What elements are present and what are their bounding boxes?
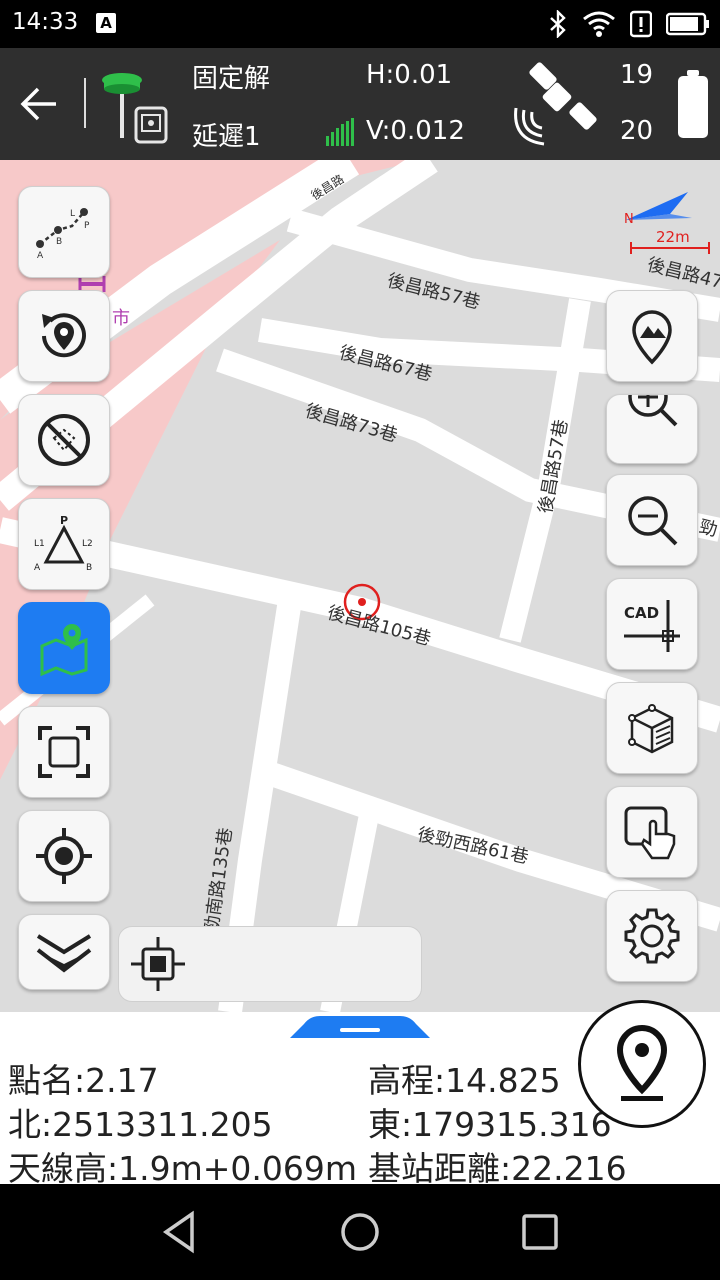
notification-icon: A xyxy=(96,13,116,33)
svg-text:P: P xyxy=(60,514,68,527)
svg-text:L: L xyxy=(70,209,75,219)
north-coordinate: 北:2513311.205 xyxy=(8,1105,273,1144)
status-icons xyxy=(548,8,710,40)
line-measure-icon: A B LP xyxy=(36,208,90,261)
home-nav-icon[interactable] xyxy=(334,1206,386,1258)
fullscreen-button[interactable] xyxy=(18,706,110,798)
signal-strength-icon xyxy=(326,118,354,146)
rotate-location-icon xyxy=(42,313,86,358)
wifi-icon xyxy=(583,11,615,37)
touch-icon xyxy=(624,806,676,860)
chevron-down-icon xyxy=(36,934,92,973)
toolbar-divider xyxy=(84,78,86,128)
svg-text:L2: L2 xyxy=(82,539,93,549)
photo-point-icon xyxy=(632,310,672,365)
3d-button[interactable] xyxy=(606,682,698,774)
touch-button[interactable] xyxy=(606,786,698,878)
point-name: 點名:2.17 xyxy=(8,1061,159,1100)
latency-status: 延遲1 xyxy=(192,122,261,152)
svg-text:B: B xyxy=(56,237,62,247)
zoom-out-icon xyxy=(628,496,678,546)
svg-text:CAD: CAD xyxy=(624,604,659,622)
bluetooth-icon xyxy=(550,10,566,38)
base-distance: 基站距離:22.216 xyxy=(368,1149,627,1188)
settings-button[interactable] xyxy=(606,890,698,982)
recents-nav-icon[interactable] xyxy=(514,1206,566,1258)
target-icon xyxy=(131,937,185,991)
line-measure-button[interactable]: A B LP xyxy=(18,186,110,278)
crosshair-icon xyxy=(36,828,92,884)
no-layer-icon xyxy=(38,414,90,466)
no-layer-button[interactable] xyxy=(18,394,110,486)
gnss-receiver-icon[interactable] xyxy=(100,66,172,144)
photo-point-button[interactable] xyxy=(606,290,698,382)
svg-text:A: A xyxy=(34,563,41,573)
v-precision: V:0.012 xyxy=(366,116,465,146)
collapse-button[interactable] xyxy=(18,914,110,990)
fullscreen-icon xyxy=(38,726,90,778)
zoom-in-icon xyxy=(628,395,678,427)
north-label: N xyxy=(624,212,634,227)
map-view[interactable]: 22m N 市 後昌路 後昌路47 後昌路57巷 後昌路67巷 後昌路73巷 後… xyxy=(0,160,720,1012)
svg-text:L1: L1 xyxy=(34,539,45,549)
svg-text:B: B xyxy=(86,563,92,573)
cad-button[interactable]: CAD xyxy=(606,578,698,670)
east-coordinate: 東:179315.316 xyxy=(368,1105,612,1144)
status-time: 14:33 xyxy=(12,9,79,35)
map-layer-icon xyxy=(40,624,88,677)
satellites-tracked: 20 xyxy=(620,116,654,146)
navigation-bar xyxy=(0,1184,720,1280)
rotate-location-button[interactable] xyxy=(18,290,110,382)
map-layer-button[interactable] xyxy=(18,602,110,694)
zoom-in-button[interactable] xyxy=(606,394,698,464)
coordinate-panel[interactable] xyxy=(118,926,422,1002)
satellites-used: 19 xyxy=(620,60,654,90)
cad-icon: CAD xyxy=(624,600,680,652)
toolbar: 固定解 延遲1 H:0.01 V:0.012 19 20 xyxy=(0,48,720,160)
back-arrow-icon[interactable] xyxy=(10,74,70,134)
svg-text:P: P xyxy=(84,221,90,231)
3d-cube-icon xyxy=(628,704,674,754)
locate-button[interactable] xyxy=(18,810,110,902)
north-arrow-icon xyxy=(626,192,692,220)
gear-icon xyxy=(624,908,680,964)
elevation: 高程:14.825 xyxy=(368,1061,561,1100)
receiver-battery-icon xyxy=(678,70,708,138)
back-nav-icon[interactable] xyxy=(154,1206,206,1258)
map-pin-icon xyxy=(616,1024,668,1101)
poi-label: 市 xyxy=(112,308,130,329)
triangle-button[interactable]: P L1 L2 A B xyxy=(18,498,110,590)
battery-icon xyxy=(666,12,709,36)
satellite-icon[interactable] xyxy=(510,62,602,146)
zoom-out-button[interactable] xyxy=(606,474,698,566)
h-precision: H:0.01 xyxy=(366,60,453,90)
status-bar: 14:33 A xyxy=(0,0,720,48)
collect-point-button[interactable] xyxy=(578,1000,706,1128)
alert-icon xyxy=(630,10,652,38)
solution-status: 固定解 xyxy=(192,64,271,94)
antenna-height: 天線高:1.9m+0.069m xyxy=(8,1149,358,1188)
panel-drag-handle[interactable] xyxy=(290,1012,430,1038)
triangle-icon: P L1 L2 A B xyxy=(34,514,93,573)
info-panel: 點名:2.17 高程:14.825 北:2513311.205 東:179315… xyxy=(0,1000,720,1188)
svg-text:A: A xyxy=(37,251,44,261)
